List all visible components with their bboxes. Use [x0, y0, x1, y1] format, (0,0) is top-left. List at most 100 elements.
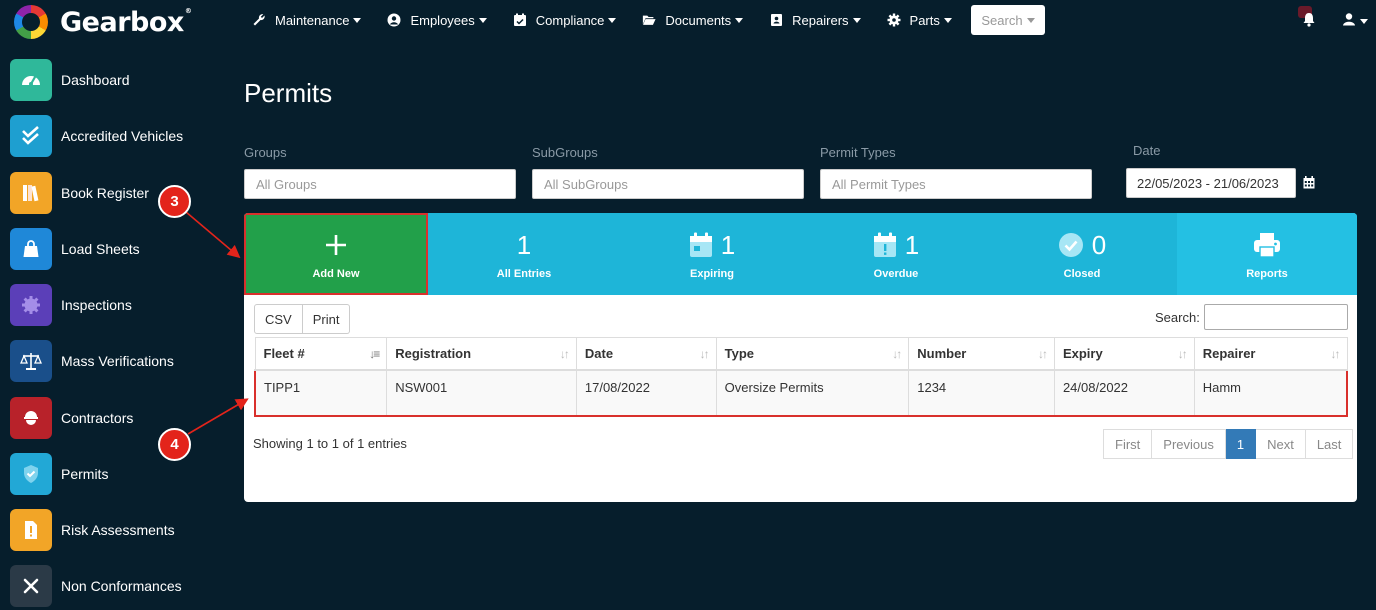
- stat-icon-row: [324, 228, 348, 262]
- reports-button[interactable]: Reports: [1177, 213, 1357, 295]
- add-new-button[interactable]: Add New: [244, 213, 428, 295]
- caret-down-icon: [735, 17, 744, 23]
- csv-button[interactable]: CSV: [254, 304, 303, 334]
- col-registration[interactable]: Registration ↓↑: [386, 337, 577, 371]
- global-search-dropdown[interactable]: Search: [971, 5, 1045, 35]
- bell-icon[interactable]: [1302, 12, 1316, 32]
- page-title: Permits: [244, 78, 333, 108]
- header-label: Number: [917, 345, 967, 361]
- nav-repairers[interactable]: Repairers: [769, 12, 861, 28]
- double-check-icon: [10, 115, 52, 157]
- search-label: Search: [981, 12, 1023, 28]
- user-icon: [1342, 12, 1356, 31]
- col-repairer[interactable]: Repairer ↓↑: [1193, 337, 1348, 371]
- nav-label: Repairers: [792, 12, 849, 28]
- caret-down-icon: [943, 17, 952, 23]
- sidebar-item-inspections[interactable]: Inspections: [10, 284, 230, 326]
- date-range-value: 22/05/2023 - 21/06/2023: [1137, 175, 1279, 191]
- permit-types-select[interactable]: All Permit Types: [820, 169, 1092, 199]
- nav-documents[interactable]: Documents: [642, 12, 744, 28]
- sidebar-item-contractors[interactable]: Contractors: [10, 397, 230, 439]
- nav-label: Parts: [909, 12, 940, 28]
- badge-icon: [10, 284, 52, 326]
- cell-fleet: TIPP1: [254, 368, 388, 417]
- col-type[interactable]: Type ↓↑: [715, 337, 910, 371]
- folder-open-icon: [642, 13, 656, 27]
- sidebar-item-label: Load Sheets: [61, 241, 140, 257]
- page-1-button[interactable]: 1: [1225, 429, 1257, 459]
- groups-select[interactable]: All Groups: [244, 169, 516, 199]
- sidebar-item-mass-verifications[interactable]: Mass Verifications: [10, 340, 230, 382]
- sidebar-item-label: Risk Assessments: [61, 522, 175, 538]
- sort-icon: ↓↑: [559, 347, 570, 361]
- sidebar-item-accredited-vehicles[interactable]: Accredited Vehicles: [10, 115, 230, 157]
- entries-info: Showing 1 to 1 of 1 entries: [253, 436, 407, 451]
- books-icon: [10, 172, 52, 214]
- sidebar-item-label: Dashboard: [61, 72, 130, 88]
- sidebar-item-non-conformances[interactable]: Non Conformances: [10, 565, 230, 607]
- nav-employees[interactable]: Employees: [387, 13, 487, 28]
- subgroups-select[interactable]: All SubGroups: [532, 169, 804, 199]
- check-circle-icon: [1058, 233, 1083, 257]
- nav-parts[interactable]: Parts: [887, 13, 952, 28]
- app-logo[interactable]: Gearbox®: [14, 4, 192, 40]
- header-label: Fleet #: [263, 345, 305, 361]
- stat-overdue[interactable]: 1 Overdue: [806, 213, 986, 295]
- close-icon: [10, 565, 52, 607]
- col-expiry[interactable]: Expiry ↓↑: [1053, 337, 1195, 371]
- overdue-count: 1: [904, 229, 920, 260]
- sidebar-item-label: Accredited Vehicles: [61, 128, 184, 144]
- stat-all-entries[interactable]: 1 All Entries: [434, 213, 614, 295]
- cell-type: Oversize Permits: [715, 368, 910, 417]
- page-first-button[interactable]: First: [1103, 429, 1153, 459]
- shield-check-icon: [10, 453, 52, 495]
- page-next-button[interactable]: Next: [1256, 429, 1306, 459]
- col-number[interactable]: Number ↓↑: [908, 337, 1055, 371]
- nav-label: Documents: [665, 12, 732, 28]
- sort-icon: ↓↑: [699, 347, 710, 361]
- address-book-icon: [769, 13, 783, 27]
- gear-icon: [887, 13, 901, 27]
- col-fleet[interactable]: Fleet # ↓≡: [254, 337, 388, 371]
- print-button[interactable]: Print: [302, 304, 351, 334]
- sidebar-item-dashboard[interactable]: Dashboard: [10, 59, 230, 101]
- cell-date: 17/08/2022: [575, 368, 717, 417]
- stat-icon-row: [1253, 228, 1281, 262]
- calendar-alert-icon: [873, 232, 896, 257]
- table-row[interactable]: TIPP1 NSW001 17/08/2022 Oversize Permits…: [254, 368, 1348, 417]
- sort-icon: ↓↑: [1330, 347, 1341, 361]
- sort-desc-icon: ↓≡: [369, 347, 380, 361]
- cell-registration: NSW001: [386, 368, 577, 417]
- sidebar-item-label: Inspections: [61, 297, 132, 313]
- caret-down-icon: [608, 17, 617, 23]
- sort-icon: ↓↑: [1177, 347, 1188, 361]
- nav-label: Compliance: [535, 12, 605, 28]
- header-label: Date: [584, 345, 614, 361]
- stat-expiring[interactable]: 1 Expiring: [622, 213, 802, 295]
- caret-down-icon: [852, 17, 861, 23]
- caret-down-icon: [1026, 17, 1035, 23]
- sidebar-item-label: Book Register: [61, 185, 149, 201]
- sidebar-item-label: Contractors: [61, 410, 134, 426]
- pagination: First Previous 1 Next Last: [1103, 429, 1354, 459]
- closed-count: 0: [1091, 229, 1107, 260]
- header-label: Expiry: [1062, 345, 1103, 361]
- subgroups-label: SubGroups: [532, 145, 598, 160]
- bag-icon: [10, 228, 52, 270]
- calendar-icon[interactable]: [1303, 176, 1315, 194]
- user-menu[interactable]: [1342, 12, 1368, 31]
- sidebar-item-load-sheets[interactable]: Load Sheets: [10, 228, 230, 270]
- sidebar-item-risk-assessments[interactable]: Risk Assessments: [10, 509, 230, 551]
- table-search-input[interactable]: [1204, 304, 1348, 330]
- stat-closed[interactable]: 0 Closed: [992, 213, 1172, 295]
- col-date[interactable]: Date ↓↑: [575, 337, 717, 371]
- nav-maintenance[interactable]: Maintenance: [252, 13, 362, 28]
- date-range-input[interactable]: 22/05/2023 - 21/06/2023: [1126, 168, 1296, 198]
- sidebar-item-permits[interactable]: Permits: [10, 453, 230, 495]
- page-previous-button[interactable]: Previous: [1152, 429, 1226, 459]
- sidebar-item-book-register[interactable]: Book Register: [10, 172, 230, 214]
- caret-down-icon: [478, 17, 487, 23]
- page-last-button[interactable]: Last: [1305, 429, 1354, 459]
- app-name: Gearbox®: [60, 6, 192, 38]
- nav-compliance[interactable]: Compliance: [513, 13, 617, 28]
